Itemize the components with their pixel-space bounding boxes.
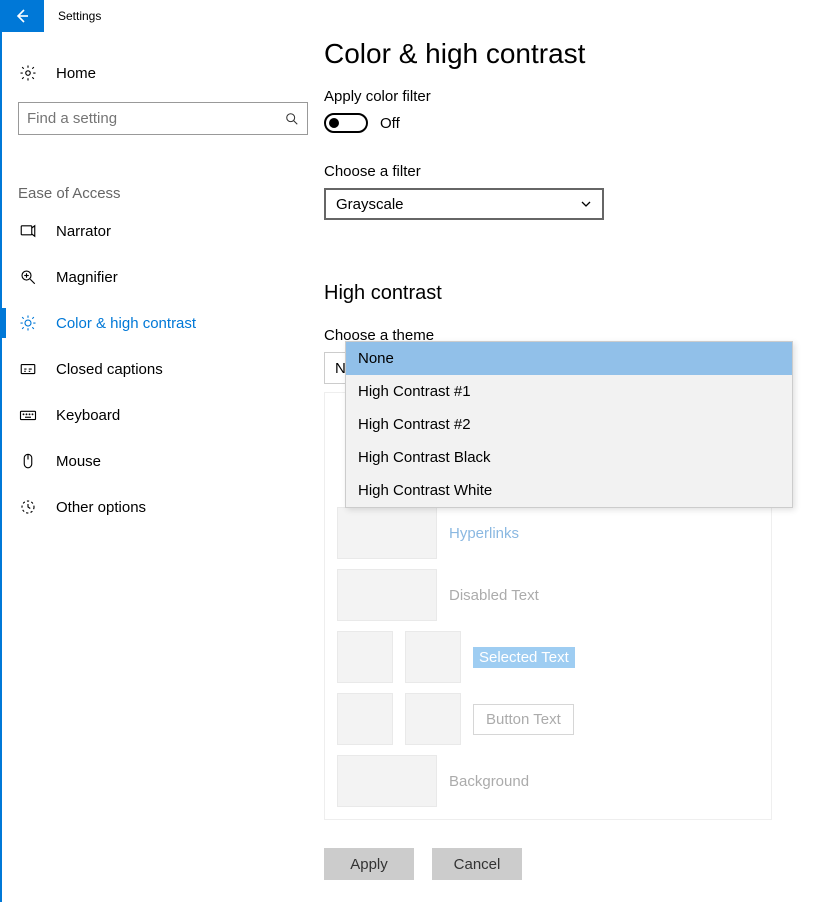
- brightness-icon: [18, 314, 38, 332]
- gear-icon: [18, 64, 38, 82]
- preview-button: Button Text: [473, 704, 574, 735]
- other-icon: [18, 498, 38, 516]
- home-label: Home: [56, 65, 96, 82]
- sidebar-item-magnifier[interactable]: Magnifier: [2, 254, 324, 300]
- theme-option-none[interactable]: None: [346, 342, 792, 375]
- page-title: Color & high contrast: [324, 38, 790, 70]
- search-input[interactable]: [27, 110, 285, 127]
- category-label: Ease of Access: [2, 185, 324, 202]
- swatch-button-bg[interactable]: [405, 693, 461, 745]
- sidebar-item-color[interactable]: Color & high contrast: [2, 300, 324, 346]
- keyboard-icon: [18, 406, 38, 424]
- sidebar-item-label: Keyboard: [56, 407, 120, 424]
- sidebar-item-narrator[interactable]: Narrator: [2, 208, 324, 254]
- apply-filter-label: Apply color filter: [324, 88, 790, 105]
- theme-option-hcwhite[interactable]: High Contrast White: [346, 474, 792, 507]
- swatch-disabled[interactable]: [337, 569, 437, 621]
- sidebar-item-captions[interactable]: Closed captions: [2, 346, 324, 392]
- theme-option-hcblack[interactable]: High Contrast Black: [346, 441, 792, 474]
- apply-button[interactable]: Apply: [324, 848, 414, 880]
- theme-dropdown-list: None High Contrast #1 High Contrast #2 H…: [345, 341, 793, 508]
- back-button[interactable]: [0, 0, 44, 32]
- theme-option-hc1[interactable]: High Contrast #1: [346, 375, 792, 408]
- magnifier-icon: [18, 268, 38, 286]
- apply-filter-toggle[interactable]: [324, 113, 368, 133]
- sidebar-item-label: Narrator: [56, 223, 111, 240]
- sidebar-item-keyboard[interactable]: Keyboard: [2, 392, 324, 438]
- back-arrow-icon: [14, 8, 30, 24]
- sidebar-item-label: Magnifier: [56, 269, 118, 286]
- cancel-button[interactable]: Cancel: [432, 848, 522, 880]
- choose-filter-label: Choose a filter: [324, 163, 790, 180]
- captions-icon: [18, 360, 38, 378]
- preview-selected: Selected Text: [473, 647, 575, 668]
- search-input-wrapper[interactable]: [18, 102, 308, 135]
- preview-disabled: Disabled Text: [449, 587, 539, 604]
- sidebar-item-mouse[interactable]: Mouse: [2, 438, 324, 484]
- mouse-icon: [18, 452, 38, 470]
- sidebar-item-label: Color & high contrast: [56, 315, 196, 332]
- app-title: Settings: [58, 9, 101, 23]
- sidebar-item-label: Mouse: [56, 453, 101, 470]
- swatch-selected-bg[interactable]: [405, 631, 461, 683]
- sidebar: Home Ease of Access Narrator Magnifier C…: [2, 32, 324, 902]
- sidebar-item-label: Other options: [56, 499, 146, 516]
- theme-option-hc2[interactable]: High Contrast #2: [346, 408, 792, 441]
- high-contrast-title: High contrast: [324, 282, 790, 305]
- preview-background: Background: [449, 773, 529, 790]
- swatch-button-fg[interactable]: [337, 693, 393, 745]
- chevron-down-icon: [580, 198, 592, 210]
- swatch-background[interactable]: [337, 755, 437, 807]
- toggle-state: Off: [380, 115, 400, 132]
- swatch-selected-fg[interactable]: [337, 631, 393, 683]
- titlebar: Settings: [0, 0, 818, 32]
- sidebar-item-other[interactable]: Other options: [2, 484, 324, 530]
- filter-value: Grayscale: [336, 196, 404, 213]
- preview-hyperlinks: Hyperlinks: [449, 525, 519, 542]
- sidebar-item-label: Closed captions: [56, 361, 163, 378]
- search-icon: [285, 112, 299, 126]
- swatch-hyperlinks[interactable]: [337, 507, 437, 559]
- narrator-icon: [18, 222, 38, 240]
- filter-select[interactable]: Grayscale: [324, 188, 604, 220]
- home-link[interactable]: Home: [2, 50, 324, 96]
